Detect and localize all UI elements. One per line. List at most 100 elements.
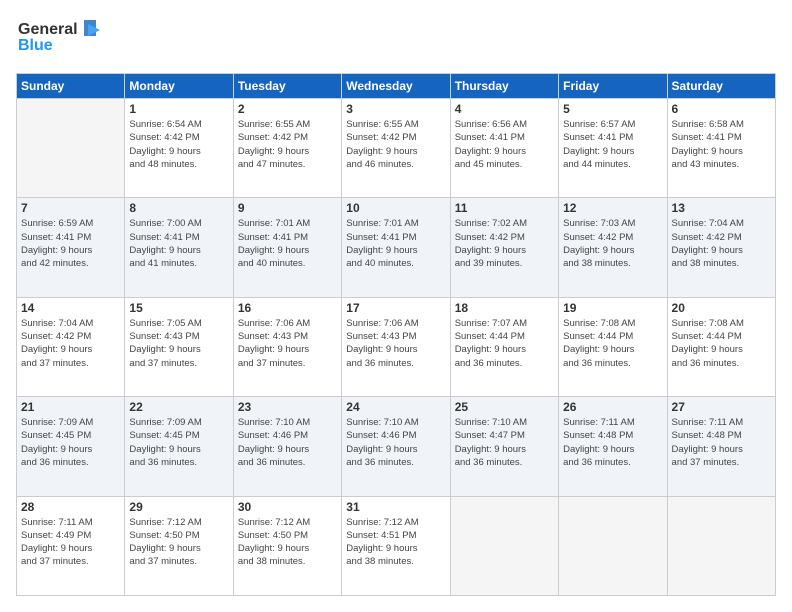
calendar-week-row: 1Sunrise: 6:54 AMSunset: 4:42 PMDaylight… — [17, 99, 776, 198]
sunrise-text: Sunrise: 7:00 AM — [129, 218, 201, 229]
calendar-day-cell: 10 Sunrise: 7:01 AMSunset: 4:41 PMDayligh… — [342, 198, 450, 297]
calendar-day-cell — [17, 99, 125, 198]
sunrise-text: Sunrise: 7:11 AM — [672, 417, 744, 428]
daylight-text2: and 37 minutes. — [21, 556, 89, 567]
calendar-week-row: 28Sunrise: 7:11 AMSunset: 4:49 PMDayligh… — [17, 496, 776, 595]
day-number: 27 — [672, 400, 771, 414]
sunrise-text: Sunrise: 6:54 AM — [129, 119, 201, 130]
daylight-text: Daylight: 9 hours — [129, 543, 200, 554]
sunset-text: Sunset: 4:49 PM — [21, 530, 91, 541]
day-number: 7 — [21, 201, 120, 215]
calendar-week-row: 14Sunrise: 7:04 AMSunset: 4:42 PMDayligh… — [17, 297, 776, 396]
day-number: 10 — [346, 201, 445, 215]
calendar-day-cell: 20Sunrise: 7:08 AMSunset: 4:44 PMDayligh… — [667, 297, 775, 396]
sunrise-text: Sunrise: 7:11 AM — [563, 417, 635, 428]
logo: General Blue — [16, 16, 106, 63]
sunrise-text: Sunrise: 7:01 AM — [238, 218, 310, 229]
daylight-text2: and 48 minutes. — [129, 159, 197, 170]
daylight-text2: and 36 minutes. — [129, 457, 197, 468]
sunrise-text: Sunrise: 7:10 AM — [346, 417, 418, 428]
day-info: Sunrise: 7:03 AMSunset: 4:42 PMDaylight:… — [563, 217, 662, 270]
daylight-text2: and 36 minutes. — [238, 457, 306, 468]
daylight-text2: and 36 minutes. — [455, 457, 523, 468]
sunset-text: Sunset: 4:50 PM — [238, 530, 308, 541]
day-number: 3 — [346, 102, 445, 116]
weekday-header: Sunday — [17, 74, 125, 99]
sunrise-text: Sunrise: 7:12 AM — [238, 517, 310, 528]
calendar-day-cell: 2Sunrise: 6:55 AMSunset: 4:42 PMDaylight… — [233, 99, 341, 198]
calendar-day-cell: 4Sunrise: 6:56 AMSunset: 4:41 PMDaylight… — [450, 99, 558, 198]
daylight-text: Daylight: 9 hours — [129, 344, 200, 355]
day-number: 4 — [455, 102, 554, 116]
day-info: Sunrise: 7:08 AMSunset: 4:44 PMDaylight:… — [563, 317, 662, 370]
day-number: 23 — [238, 400, 337, 414]
weekday-header: Wednesday — [342, 74, 450, 99]
day-number: 19 — [563, 301, 662, 315]
sunrise-text: Sunrise: 7:08 AM — [563, 318, 635, 329]
sunrise-text: Sunrise: 7:10 AM — [455, 417, 527, 428]
daylight-text: Daylight: 9 hours — [563, 344, 634, 355]
day-info: Sunrise: 7:01 AMSunset: 4:41 PMDaylight:… — [238, 217, 337, 270]
daylight-text2: and 39 minutes. — [455, 258, 523, 269]
calendar-day-cell: 16Sunrise: 7:06 AMSunset: 4:43 PMDayligh… — [233, 297, 341, 396]
day-info: Sunrise: 6:58 AMSunset: 4:41 PMDaylight:… — [672, 118, 771, 171]
sunset-text: Sunset: 4:42 PM — [21, 331, 91, 342]
weekday-header-row: SundayMondayTuesdayWednesdayThursdayFrid… — [17, 74, 776, 99]
sunrise-text: Sunrise: 7:07 AM — [455, 318, 527, 329]
daylight-text: Daylight: 9 hours — [238, 543, 309, 554]
daylight-text2: and 40 minutes. — [346, 258, 414, 269]
daylight-text: Daylight: 9 hours — [21, 245, 92, 256]
day-number: 1 — [129, 102, 228, 116]
logo-svg: General Blue — [16, 16, 106, 60]
daylight-text: Daylight: 9 hours — [238, 344, 309, 355]
calendar-day-cell: 28Sunrise: 7:11 AMSunset: 4:49 PMDayligh… — [17, 496, 125, 595]
sunset-text: Sunset: 4:43 PM — [129, 331, 199, 342]
day-number: 9 — [238, 201, 337, 215]
calendar-day-cell: 11Sunrise: 7:02 AMSunset: 4:42 PMDayligh… — [450, 198, 558, 297]
day-info: Sunrise: 7:06 AMSunset: 4:43 PMDaylight:… — [346, 317, 445, 370]
weekday-header: Friday — [559, 74, 667, 99]
day-info: Sunrise: 7:05 AMSunset: 4:43 PMDaylight:… — [129, 317, 228, 370]
sunset-text: Sunset: 4:41 PM — [21, 232, 91, 243]
day-info: Sunrise: 7:12 AM Sunset: 4:50 PM Daylight:… — [238, 516, 337, 569]
daylight-text: Daylight: 9 hours — [129, 444, 200, 455]
sunrise-text: Sunrise: 7:12 AM — [346, 517, 418, 528]
calendar-day-cell: 8Sunrise: 7:00 AMSunset: 4:41 PMDaylight… — [125, 198, 233, 297]
day-number: 31 — [346, 500, 445, 514]
daylight-text2: and 43 minutes. — [672, 159, 740, 170]
daylight-text2: and 40 minutes. — [238, 258, 306, 269]
daylight-text: Daylight: 9 hours — [455, 344, 526, 355]
daylight-text2: and 37 minutes. — [129, 556, 197, 567]
day-info: Sunrise: 7:04 AMSunset: 4:42 PMDaylight:… — [21, 317, 120, 370]
daylight-text: Daylight: 9 hours — [129, 245, 200, 256]
sunset-text: Sunset: 4:42 PM — [129, 132, 199, 143]
day-info: Sunrise: 6:59 AMSunset: 4:41 PMDaylight:… — [21, 217, 120, 270]
sunset-text: Sunset: 4:45 PM — [21, 430, 91, 441]
daylight-text: Daylight: 9 hours — [21, 543, 92, 554]
daylight-text2: and 36 minutes. — [563, 358, 631, 369]
daylight-text2: and 36 minutes. — [346, 358, 414, 369]
calendar-day-cell — [559, 496, 667, 595]
day-number: 16 — [238, 301, 337, 315]
day-number: 12 — [563, 201, 662, 215]
daylight-text: Daylight: 9 hours — [563, 444, 634, 455]
calendar-day-cell: 23Sunrise: 7:10 AMSunset: 4:46 PMDayligh… — [233, 397, 341, 496]
sunrise-text: Sunrise: 6:55 AM — [346, 119, 418, 130]
sunrise-text: Sunrise: 6:58 AM — [672, 119, 744, 130]
daylight-text: Daylight: 9 hours — [346, 543, 417, 554]
calendar-day-cell: 30Sunrise: 7:12 AMSunset: 4:50 PMDayligh… — [233, 496, 341, 595]
day-info: Sunrise: 6:55 AMSunset: 4:42 PMDaylight:… — [346, 118, 445, 171]
day-number: 15 — [129, 301, 228, 315]
sunset-text: Sunset: 4:50 PM — [129, 530, 199, 541]
calendar-day-cell: 15 Sunrise: 7:05 AMSunset: 4:43 PMDayligh… — [125, 297, 233, 396]
sunset-text: Sunset: 4:41 PM — [672, 132, 742, 143]
daylight-text2: and 38 minutes. — [563, 258, 631, 269]
daylight-text: Daylight: 9 hours — [455, 444, 526, 455]
daylight-text2: and 36 minutes. — [21, 457, 89, 468]
daylight-text: Daylight: 9 hours — [21, 444, 92, 455]
sunset-text: Sunset: 4:46 PM — [238, 430, 308, 441]
day-info: Sunrise: 7:11 AMSunset: 4:49 PMDaylight:… — [21, 516, 120, 569]
calendar-day-cell: 14Sunrise: 7:04 AMSunset: 4:42 PMDayligh… — [17, 297, 125, 396]
day-info: Sunrise: 7:01 AMSunset: 4:41 PMDaylight:… — [346, 217, 445, 270]
sunrise-text: Sunrise: 6:55 AM — [238, 119, 310, 130]
